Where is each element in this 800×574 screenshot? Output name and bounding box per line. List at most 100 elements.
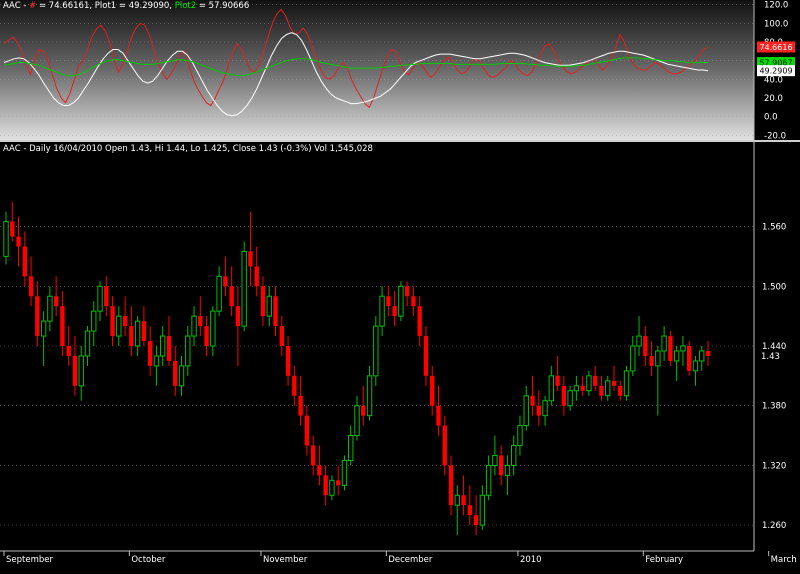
candle-body	[185, 335, 191, 367]
osc-ytick-label: -20.0	[764, 131, 786, 141]
candle-body	[366, 375, 373, 417]
candle-body	[166, 336, 172, 361]
candle-body	[40, 320, 47, 337]
candle-body	[454, 494, 460, 506]
candle-body	[473, 515, 479, 526]
candle-body	[436, 405, 441, 426]
candle-body	[411, 296, 416, 307]
candle-body	[467, 505, 473, 516]
candle-body	[611, 380, 617, 386]
candle-body	[47, 295, 53, 322]
candle-body	[110, 306, 115, 337]
candle-body	[680, 345, 686, 352]
candle-body	[3, 221, 9, 257]
price-ytick-label: 1.260	[762, 521, 786, 531]
time-label: November	[263, 555, 308, 565]
candle-body	[430, 375, 435, 406]
candle-body	[373, 325, 379, 377]
candle-body	[60, 306, 65, 347]
candle-body	[354, 405, 360, 437]
candle-body	[160, 335, 166, 357]
candle-body	[198, 316, 203, 327]
candle-body	[298, 395, 303, 416]
candle-body	[204, 326, 209, 347]
osc-series2-label: Plot1	[94, 1, 117, 11]
candle-body	[461, 495, 466, 506]
candle-body	[341, 459, 348, 486]
time-label: February	[645, 555, 683, 565]
candle-body	[78, 355, 84, 387]
candle-body	[555, 375, 560, 386]
chart-svg: 120.0100.080.060.040.020.00.0-20.074.661…	[0, 0, 800, 571]
price-ytick-label: 1.500	[762, 282, 786, 292]
time-label: December	[388, 555, 433, 565]
candle-body	[448, 465, 454, 506]
candle-body	[668, 336, 673, 361]
candle-body	[592, 375, 598, 386]
candle	[398, 281, 404, 322]
candle-body	[699, 350, 705, 362]
candle-body	[630, 345, 636, 372]
candle-body	[216, 275, 222, 312]
candle-body	[210, 310, 216, 347]
osc-series3-value: = 57.90666	[196, 1, 250, 11]
candle-body	[97, 285, 103, 312]
candle-body	[241, 250, 247, 327]
candle-body	[361, 405, 366, 416]
candle-body	[104, 286, 109, 307]
osc-ytick-label: 40.0	[764, 75, 783, 85]
price-ytick-label: 1.320	[762, 461, 786, 471]
price-ytick-label: 1.380	[762, 402, 786, 412]
candle-body	[310, 445, 316, 466]
candle-body	[523, 395, 529, 427]
osc-ytick-label: 0.0	[764, 113, 778, 123]
candle	[687, 341, 692, 376]
candle-body	[266, 295, 272, 317]
candle-body	[599, 385, 604, 396]
candle-body	[35, 296, 40, 337]
candle-body	[323, 475, 328, 496]
candle-body	[91, 310, 97, 332]
candle-body	[173, 360, 178, 386]
candle-body	[329, 479, 335, 496]
candle-body	[692, 360, 699, 372]
candle-body	[229, 286, 234, 307]
osc-ytick-label: 120.0	[764, 1, 788, 11]
candle-body	[417, 306, 422, 337]
time-label: March	[771, 555, 797, 565]
candle-body	[511, 445, 517, 466]
candle-body	[235, 306, 241, 327]
time-label: October	[131, 555, 166, 565]
candle-body	[442, 425, 447, 466]
candle-body	[134, 320, 141, 347]
candle-body	[392, 306, 397, 317]
time-label: 2010	[520, 555, 542, 565]
osc-ytick-label: 20.0	[764, 94, 783, 104]
candle-body	[655, 350, 661, 367]
candle-body	[10, 221, 15, 237]
candle-body	[636, 335, 642, 347]
osc-series1-value: = 74.66161,	[36, 1, 95, 11]
candle-body	[292, 375, 297, 396]
candle-body	[705, 350, 711, 356]
candle-body	[479, 494, 486, 526]
candle-body	[254, 266, 259, 287]
candle-body	[122, 316, 128, 327]
candle-body	[279, 326, 284, 347]
candle-body	[673, 350, 680, 362]
candle-body	[573, 385, 580, 392]
candle-body	[379, 295, 385, 327]
candle-body	[567, 390, 573, 407]
candle-body	[661, 335, 667, 352]
candle-body	[223, 276, 228, 287]
price-ytick-label: 1.560	[762, 223, 786, 233]
candle-body	[687, 346, 692, 371]
candle-body	[643, 336, 648, 356]
oscillator-header: AAC - # = 74.66161, Plot1 = 49.29090, Pl…	[3, 0, 249, 12]
candle-body	[53, 296, 59, 307]
candle-body	[561, 385, 567, 406]
osc-ytick-label: 100.0	[764, 19, 788, 29]
candle-body	[623, 370, 630, 397]
candle-body	[22, 246, 27, 277]
candle-body	[28, 276, 34, 297]
